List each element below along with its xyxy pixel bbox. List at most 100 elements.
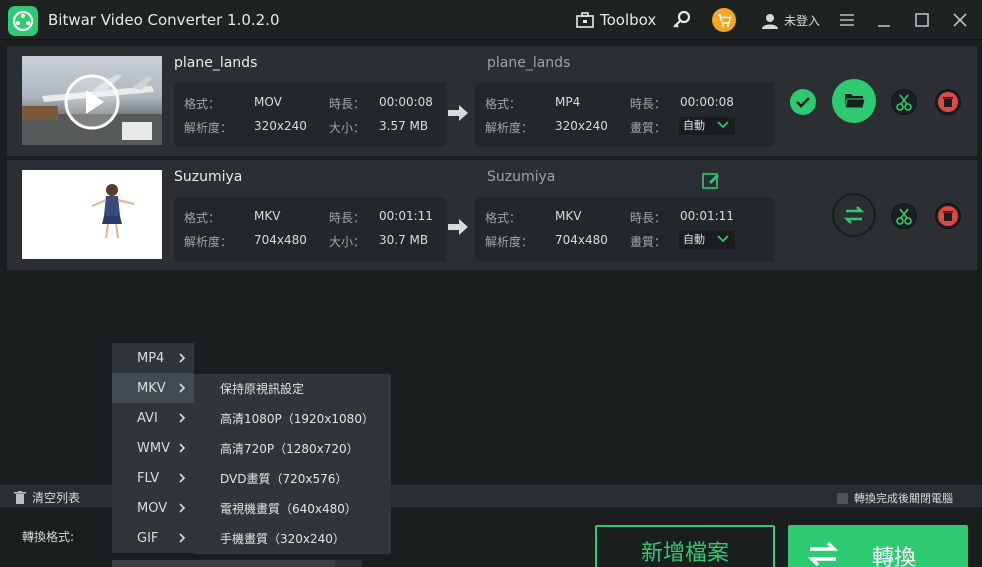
arrow-right-icon — [448, 105, 468, 121]
quality-select[interactable]: 自動 — [679, 231, 735, 249]
chevron-right-icon — [179, 443, 186, 453]
shutdown-checkbox[interactable] — [837, 492, 848, 504]
resolution-label: 解析度： — [184, 235, 233, 249]
source-format: MOV — [254, 95, 282, 109]
arrow-right-icon — [448, 219, 468, 235]
format-label: 格式： — [184, 97, 221, 111]
trash-icon — [14, 491, 26, 504]
delete-button[interactable] — [935, 203, 961, 229]
format-label: 格式： — [485, 97, 522, 111]
format-menu-item[interactable]: MKV — [112, 373, 194, 403]
format-menu-item[interactable]: GIF — [112, 523, 194, 553]
toolbox-label: Toolbox — [600, 11, 657, 29]
shutdown-label: 轉換完成後關閉電腦 — [854, 492, 953, 505]
add-file-button[interactable]: 新增檔案 — [595, 525, 775, 567]
convert-icon — [807, 541, 839, 567]
source-duration: 00:01:11 — [379, 209, 433, 223]
trim-button[interactable] — [891, 203, 917, 229]
source-size: 30.7 MB — [379, 233, 429, 247]
open-folder-button[interactable] — [832, 79, 876, 123]
format-menu-item[interactable]: MP4 — [112, 343, 194, 373]
quality-label: 畫質： — [630, 235, 667, 249]
resolution-label: 解析度： — [485, 235, 534, 249]
source-format: MKV — [254, 209, 281, 223]
clear-list-label: 清空列表 — [32, 491, 81, 505]
output-file-name: Suzumiya — [487, 169, 556, 185]
quality-value: 自動 — [683, 119, 705, 132]
convert-file-button[interactable] — [832, 193, 876, 237]
user-icon — [762, 13, 778, 29]
chevron-right-icon — [179, 503, 186, 513]
duration-label: 時長： — [329, 97, 366, 111]
login-button[interactable]: 未登入 — [762, 12, 820, 29]
scissors-icon — [896, 94, 912, 111]
format-select-arrow[interactable] — [335, 560, 362, 567]
minimize-icon[interactable] — [874, 10, 894, 30]
toolbox-button[interactable]: Toolbox — [576, 10, 656, 30]
format-name: GIF — [137, 531, 159, 546]
source-info-panel: 格式： MKV 時長： 00:01:11 解析度： 704x480 大小： 30… — [174, 197, 446, 261]
preset-menu-item[interactable]: 電視機畫質（640x480） — [194, 494, 391, 524]
output-info-panel: 格式： MKV 時長： 00:01:11 解析度： 704x480 畫質： 自動 — [475, 197, 774, 261]
check-icon — [790, 89, 816, 115]
convert-label: 轉換 — [872, 546, 917, 567]
maximize-icon[interactable] — [912, 10, 932, 30]
preset-menu-item[interactable]: 高清1080P（1920x1080） — [194, 404, 391, 434]
app-title: Bitwar Video Converter 1.0.2.0 — [48, 11, 280, 29]
format-name: MKV — [137, 381, 166, 396]
source-resolution: 320x240 — [254, 119, 307, 133]
menu-icon[interactable] — [837, 10, 857, 30]
app-logo — [8, 6, 38, 36]
preset-menu-item[interactable]: DVD畫質（720x576） — [194, 464, 391, 494]
source-info-panel: 格式： MOV 時長： 00:00:08 解析度： 320x240 大小： 3.… — [174, 83, 446, 147]
shutdown-option[interactable]: 轉換完成後關閉電腦 — [837, 490, 953, 506]
file-row: Suzumiya Suzumiya 格式： MKV 時長： 00:01:11 解… — [7, 160, 977, 270]
format-menu-item[interactable]: WMV — [112, 433, 194, 463]
cart-icon[interactable] — [712, 8, 736, 32]
resolution-label: 解析度： — [184, 121, 233, 135]
chevron-right-icon — [179, 353, 186, 363]
format-menu: MP4 MKV AVI WMV FLV MOV GIF — [112, 343, 194, 553]
format-name: MOV — [137, 501, 168, 516]
chevron-right-icon — [179, 473, 186, 483]
trash-icon — [938, 92, 958, 112]
duration-label: 時長： — [630, 97, 667, 111]
quality-select[interactable]: 自動 — [679, 117, 735, 135]
preset-menu-item[interactable]: 保持原視訊設定 — [194, 374, 391, 404]
chevron-right-icon — [179, 413, 186, 423]
source-file-name: Suzumiya — [174, 169, 243, 185]
trash-icon — [938, 206, 958, 226]
format-name: FLV — [137, 471, 160, 486]
chevron-down-icon — [717, 121, 729, 129]
title-bar: Bitwar Video Converter 1.0.2.0 Toolbox 未… — [0, 0, 982, 40]
format-menu-item[interactable]: MOV — [112, 493, 194, 523]
format-label: 格式： — [184, 211, 221, 225]
close-icon[interactable] — [950, 10, 970, 30]
preset-menu-item[interactable]: 手機畫質（320x240） — [194, 524, 391, 554]
source-size: 3.57 MB — [379, 119, 429, 133]
quality-label: 畫質： — [630, 121, 667, 135]
format-menu-item[interactable]: FLV — [112, 463, 194, 493]
chevron-right-icon — [179, 383, 186, 393]
format-name: MP4 — [137, 351, 165, 366]
login-label: 未登入 — [784, 14, 821, 28]
play-icon[interactable] — [64, 74, 120, 130]
delete-button[interactable] — [935, 89, 961, 115]
output-duration: 00:00:08 — [680, 95, 734, 109]
video-thumbnail[interactable] — [22, 170, 162, 259]
folder-icon — [844, 94, 866, 109]
edit-icon[interactable] — [702, 171, 720, 189]
convert-button[interactable]: 轉換 — [788, 525, 968, 567]
trim-button[interactable] — [891, 89, 917, 115]
format-select[interactable] — [112, 560, 362, 567]
quality-value: 自動 — [683, 233, 705, 246]
clear-list-button[interactable]: 清空列表 — [14, 489, 80, 506]
duration-label: 時長： — [329, 211, 366, 225]
video-thumbnail[interactable] — [22, 56, 162, 145]
scissors-icon — [896, 208, 912, 225]
format-menu-item[interactable]: AVI — [112, 403, 194, 433]
search-key-icon[interactable] — [672, 10, 692, 30]
duration-label: 時長： — [630, 211, 667, 225]
preset-menu-item[interactable]: 高清720P（1280x720） — [194, 434, 391, 464]
output-file-name: plane_lands — [487, 55, 571, 71]
